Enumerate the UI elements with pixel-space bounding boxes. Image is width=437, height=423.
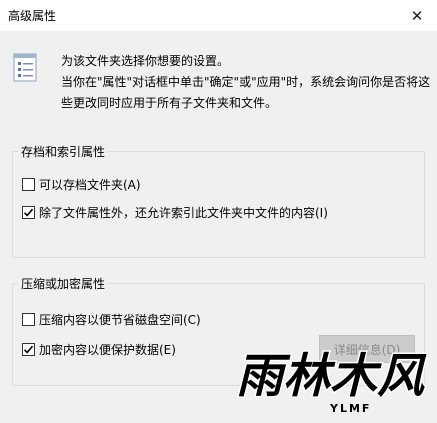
compress-label: 压缩内容以便节省磁盘空间(C) [39, 313, 201, 327]
archive-index-group: 存档和索引属性 可以存档文件夹(A) 除了文件属性外，还允许索引此文件夹中文件的… [12, 143, 425, 258]
archive-folder-checkbox[interactable] [22, 178, 35, 191]
window-title: 高级属性 [8, 9, 57, 23]
encrypt-option[interactable]: 加密内容以便保护数据(E) [22, 341, 176, 358]
description-line-1: 为该文件夹选择你想要的设置。 [61, 54, 230, 68]
archive-group-label: 存档和索引属性 [18, 143, 109, 160]
index-content-option[interactable]: 除了文件属性外，还允许索引此文件夹中文件的内容(I) [22, 204, 328, 221]
ylmf-watermark-logo: 雨林木风 YLMF [235, 348, 429, 416]
index-content-checkbox[interactable] [22, 206, 35, 219]
checkmark-icon [23, 345, 34, 354]
archive-folder-label: 可以存档文件夹(A) [39, 178, 141, 192]
compress-group-label: 压缩或加密属性 [18, 275, 109, 292]
archive-folder-option[interactable]: 可以存档文件夹(A) [22, 176, 141, 193]
encrypt-checkbox[interactable] [22, 343, 35, 356]
watermark-sub-text: YLMF [329, 402, 371, 415]
title-bar: 高级属性 ✕ [0, 0, 437, 31]
index-content-label: 除了文件属性外，还允许索引此文件夹中文件的内容(I) [39, 206, 328, 220]
encrypt-label: 加密内容以便保护数据(E) [39, 343, 176, 357]
compress-option[interactable]: 压缩内容以便节省磁盘空间(C) [22, 311, 201, 328]
checkmark-icon [23, 208, 34, 217]
properties-list-icon [13, 53, 37, 82]
watermark-logo-text: 雨林木风 [236, 349, 427, 404]
description-line-2: 当你在"属性"对话框中单击"确定"或"应用"时，系统会询问你是否将这些更改同时应… [61, 75, 431, 110]
close-icon: ✕ [410, 6, 424, 25]
compress-checkbox[interactable] [22, 313, 35, 326]
close-button[interactable]: ✕ [397, 0, 437, 31]
